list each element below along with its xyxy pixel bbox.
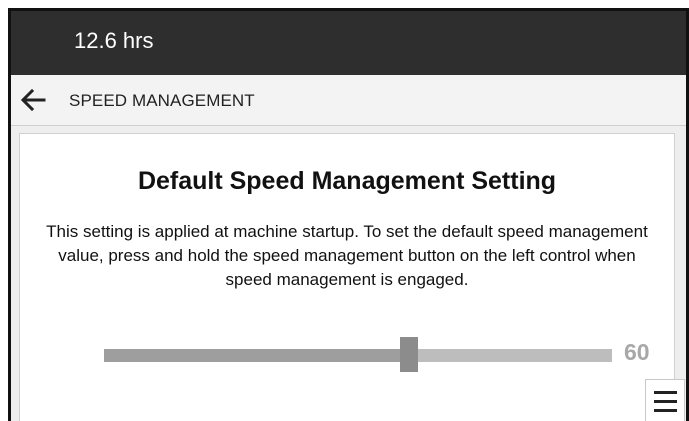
slider-thumb[interactable] [399,337,418,372]
machine-hours: 12.6 hrs [74,28,154,53]
slider-value: 60 [624,339,650,365]
back-button[interactable] [19,86,47,114]
speed-slider[interactable] [104,337,612,373]
arrow-left-icon [20,88,46,112]
setting-panel: Default Speed Management Setting This se… [19,133,675,421]
hamburger-menu-icon [654,391,677,394]
menu-button[interactable] [645,379,685,421]
hamburger-menu-icon-bar [654,400,677,403]
setting-description: This setting is applied at machine start… [46,222,648,289]
slider-fill [104,349,409,362]
page-title: SPEED MANAGEMENT [69,91,255,110]
setting-heading: Default Speed Management Setting [137,167,557,195]
display-frame: 12.6 hrs SPEED MANAGEMENT Default Speed … [8,8,689,421]
hamburger-menu-icon-bar [654,409,677,412]
status-bar: 12.6 hrs [11,11,686,75]
nav-bar: SPEED MANAGEMENT [11,75,686,126]
